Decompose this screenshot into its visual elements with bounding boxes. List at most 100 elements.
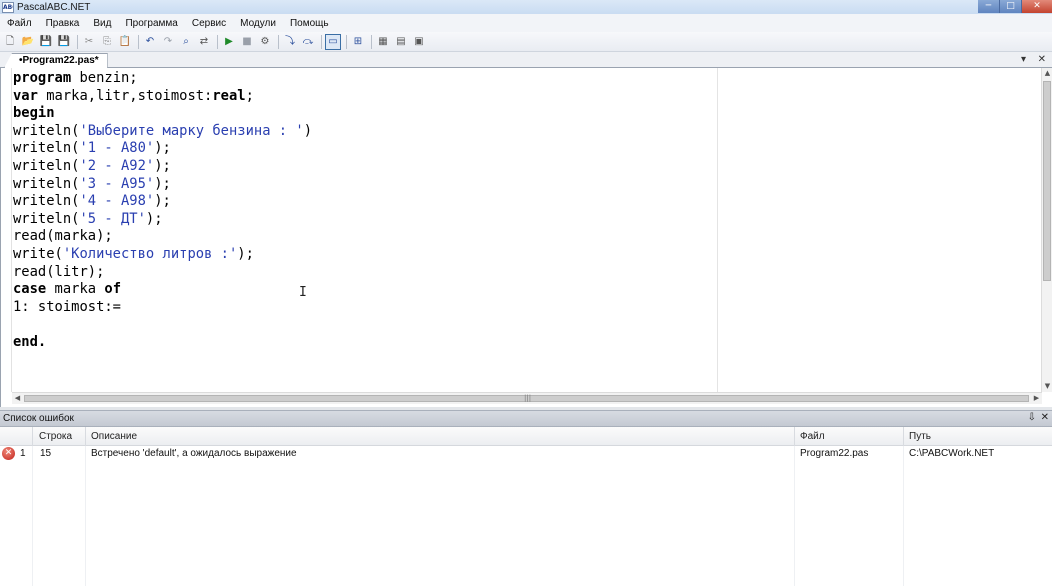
menu-program[interactable]: Программа xyxy=(118,18,184,29)
code-token: read(marka); xyxy=(13,228,113,245)
step-over-icon[interactable]: ⤼ xyxy=(300,34,316,50)
code-line[interactable]: var marka,litr,stoimost:real; xyxy=(13,88,713,106)
error-row[interactable]: ✕ 1 15 Встречено 'default', а ожидалось … xyxy=(0,446,1052,462)
toolbar-separator xyxy=(321,34,322,49)
code-line[interactable]: read(litr); xyxy=(13,264,713,282)
save-icon[interactable]: 💾 xyxy=(38,34,54,50)
code-line[interactable]: read(marka); xyxy=(13,228,713,246)
replace-icon[interactable]: ⇄ xyxy=(196,34,212,50)
vertical-scroll-thumb[interactable] xyxy=(1043,81,1051,281)
error-panel-title: Список ошибок xyxy=(3,413,74,424)
open-file-icon[interactable]: 📂 xyxy=(20,34,36,50)
menu-view[interactable]: Вид xyxy=(86,18,118,29)
code-string: 'Количество литров :' xyxy=(62,245,238,262)
error-icon: ✕ xyxy=(2,447,15,460)
cut-icon[interactable]: ✂ xyxy=(81,34,97,50)
code-editor[interactable]: program benzin; var marka,litr,stoimost:r… xyxy=(0,68,1052,407)
code-line[interactable]: writeln('5 - ДТ'); xyxy=(13,211,713,229)
code-line[interactable]: writeln('2 - A92'); xyxy=(13,158,713,176)
code-line[interactable]: writeln('4 - A98'); xyxy=(13,193,713,211)
options-icon[interactable]: ▦ xyxy=(375,34,391,50)
code-line[interactable]: writeln('Выберите марку бензина : ') xyxy=(13,123,713,141)
code-token: read(litr); xyxy=(13,263,105,280)
error-line-number: 15 xyxy=(40,448,52,459)
column-header-line[interactable]: Строка xyxy=(39,431,72,442)
paste-icon[interactable]: 📋 xyxy=(117,34,133,50)
scroll-grip-icon: ||| xyxy=(524,394,532,402)
tab-list-dropdown-icon[interactable]: ▾ xyxy=(1021,54,1026,65)
code-line[interactable] xyxy=(13,316,713,334)
find-icon[interactable]: ⌕ xyxy=(178,34,194,50)
toolbar-separator xyxy=(217,34,218,49)
form-designer-icon[interactable]: ⊞ xyxy=(350,34,366,50)
error-list-empty-area xyxy=(0,462,1052,587)
tab-strip: •Program22.pas* ▾ ✕ xyxy=(0,52,1052,68)
code-text[interactable]: program benzin; var marka,litr,stoimost:r… xyxy=(13,70,713,352)
code-line[interactable]: 1: stoimost:= xyxy=(13,299,713,317)
column-header-description[interactable]: Описание xyxy=(91,431,137,442)
run-icon[interactable]: ▶ xyxy=(221,34,237,50)
help-icon[interactable]: ▤ xyxy=(393,34,409,50)
code-keyword: program xyxy=(13,70,72,86)
code-string: '5 - ДТ' xyxy=(79,210,146,227)
minimize-button[interactable]: ─ xyxy=(978,0,1000,13)
stop-icon[interactable]: ■ xyxy=(239,34,255,50)
close-panel-icon[interactable]: ✕ xyxy=(1041,412,1049,423)
code-keyword: end. xyxy=(13,333,47,350)
column-header-path[interactable]: Путь xyxy=(909,431,931,442)
code-string: '4 - A98' xyxy=(79,193,155,210)
menu-service[interactable]: Сервис xyxy=(185,18,233,29)
output-window-icon[interactable]: ▭ xyxy=(325,33,341,50)
vertical-scrollbar[interactable]: ▲ ▼ xyxy=(1041,68,1052,392)
tab-program22[interactable]: •Program22.pas* xyxy=(4,53,108,68)
new-file-icon[interactable]: 🗋 xyxy=(2,34,18,50)
menu-edit[interactable]: Правка xyxy=(39,18,87,29)
pin-panel-icon[interactable]: ⇩ xyxy=(1028,412,1036,423)
code-line[interactable]: write('Количество литров :'); xyxy=(13,246,713,264)
toolbar-separator xyxy=(77,34,78,49)
horizontal-scrollbar[interactable]: ◀ ||| ▶ xyxy=(12,392,1042,404)
code-token: writeln( xyxy=(13,210,80,227)
error-file: Program22.pas xyxy=(800,448,869,459)
undo-icon[interactable]: ↶ xyxy=(142,34,158,50)
copy-icon[interactable]: ⎘ xyxy=(99,34,115,50)
scroll-down-icon[interactable]: ▼ xyxy=(1042,381,1052,392)
step-into-icon[interactable]: ⤵ xyxy=(282,34,298,50)
column-separator xyxy=(903,427,904,446)
code-line[interactable]: end. xyxy=(13,334,713,352)
error-list-panel: Список ошибок ⇩ ✕ Строка Описание Файл П… xyxy=(0,410,1052,587)
code-line[interactable]: begin xyxy=(13,105,713,123)
horizontal-scroll-thumb[interactable]: ||| xyxy=(24,394,1029,402)
about-icon[interactable]: ▣ xyxy=(411,34,427,50)
code-keyword: of xyxy=(104,281,122,298)
menu-file[interactable]: Файл xyxy=(0,18,39,29)
code-line[interactable]: case marka of xyxy=(13,281,713,299)
scroll-up-icon[interactable]: ▲ xyxy=(1042,68,1052,79)
save-all-icon[interactable]: 💾 xyxy=(56,34,72,50)
code-line[interactable]: writeln('3 - A95'); xyxy=(13,176,713,194)
editor-gutter xyxy=(1,68,12,392)
column-header-file[interactable]: Файл xyxy=(800,431,825,442)
scroll-left-icon[interactable]: ◀ xyxy=(12,393,23,404)
code-keyword: case xyxy=(13,281,47,298)
code-token: ); xyxy=(154,157,171,174)
code-line[interactable]: writeln('1 - A80'); xyxy=(13,140,713,158)
close-window-button[interactable]: ✕ xyxy=(1022,0,1052,13)
window-title: PascalABC.NET xyxy=(17,1,91,13)
menu-help[interactable]: Помощь xyxy=(283,18,336,29)
code-token: ); xyxy=(154,193,171,210)
error-index: 1 xyxy=(20,448,26,459)
menu-modules[interactable]: Модули xyxy=(233,18,283,29)
text-cursor-icon: I xyxy=(299,285,307,300)
code-line[interactable]: program benzin; xyxy=(13,70,713,88)
compile-icon[interactable]: ⚙ xyxy=(257,34,273,50)
scroll-right-icon[interactable]: ▶ xyxy=(1031,393,1042,404)
error-path: C:\PABCWork.NET xyxy=(909,448,995,459)
maximize-button[interactable]: □ xyxy=(1000,0,1022,13)
code-keyword: begin xyxy=(13,105,55,122)
close-tab-icon[interactable]: ✕ xyxy=(1038,54,1046,65)
redo-icon[interactable]: ↷ xyxy=(160,34,176,50)
code-token: ) xyxy=(303,122,313,139)
right-margin-line xyxy=(717,68,718,392)
code-token: write( xyxy=(13,245,63,262)
